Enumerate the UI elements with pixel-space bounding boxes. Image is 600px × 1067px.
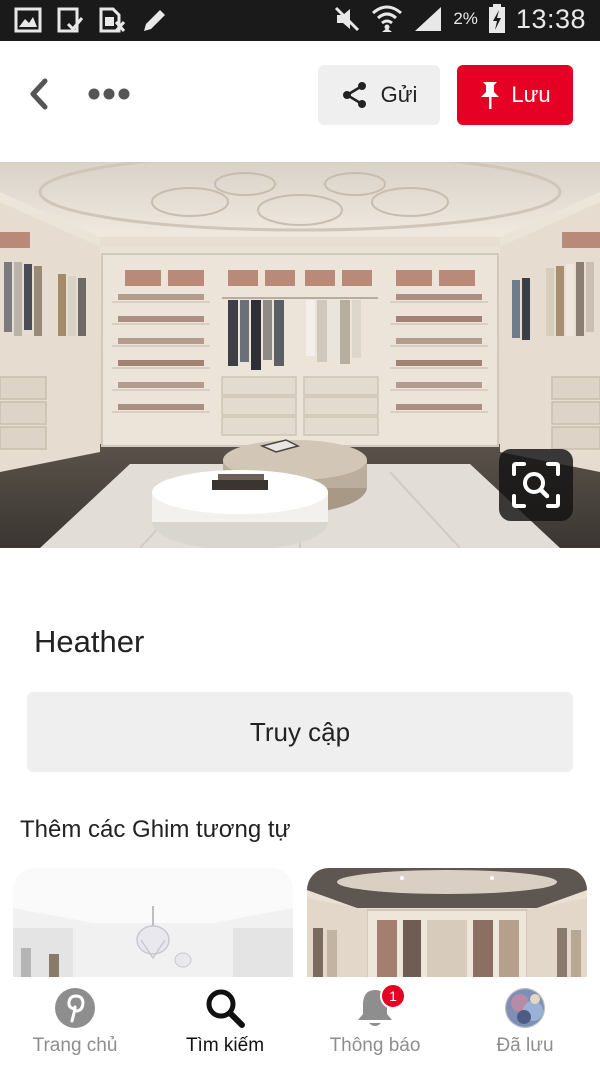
sim-error-icon: [99, 7, 126, 33]
pin-title: Heather: [34, 624, 145, 659]
related-pin-thumbnail[interactable]: [13, 868, 293, 988]
clock: 13:38: [515, 3, 586, 34]
visual-search-button[interactable]: [499, 449, 573, 521]
nav-label-search: Tìm kiếm: [185, 1035, 265, 1056]
search-icon: [204, 987, 246, 1029]
send-label: Gửi: [380, 82, 418, 107]
pin-image[interactable]: [0, 162, 600, 548]
related-pin-image: [307, 868, 587, 988]
wifi-icon: [372, 5, 403, 32]
avatar: [505, 988, 545, 1028]
nav-item-search[interactable]: Tìm kiếm: [150, 977, 300, 1067]
ellipsis-icon: [88, 88, 130, 100]
signal-icon: [415, 7, 442, 31]
share-icon: [342, 82, 366, 108]
nav-item-notifications[interactable]: 1 Thông báo: [300, 977, 450, 1067]
nav-label-saved: Đã lưu: [496, 1035, 554, 1056]
save-button[interactable]: Lưu: [457, 65, 573, 125]
related-pin-image: [13, 868, 293, 988]
task-done-icon: [57, 7, 84, 33]
related-pin-thumbnail[interactable]: [307, 868, 587, 988]
notification-badge: 1: [380, 983, 406, 1009]
lens-search-icon: [512, 462, 560, 508]
more-options-button[interactable]: [82, 77, 136, 111]
nav-label-home: Trang chủ: [32, 1035, 118, 1056]
status-bar: 2% 13:38: [0, 0, 600, 41]
gallery-icon: [14, 7, 42, 33]
nav-label-notifications: Thông báo: [329, 1035, 421, 1056]
visit-button[interactable]: Truy cập: [27, 692, 573, 772]
pinterest-logo-icon: [54, 987, 96, 1029]
pin-header: Gửi Lưu: [0, 41, 600, 151]
mute-icon: [335, 6, 360, 32]
system-status: 2% 13:38: [333, 3, 586, 35]
pencil-icon: [144, 10, 165, 31]
notification-icons: [14, 7, 168, 33]
battery-percent: 2%: [453, 9, 478, 28]
nav-item-home[interactable]: Trang chủ: [0, 977, 150, 1067]
save-label: Lưu: [511, 82, 551, 107]
pushpin-icon: [481, 82, 500, 109]
chevron-left-icon: [30, 78, 48, 110]
battery-charging-icon: [488, 4, 505, 33]
avatar-wrapper: [505, 987, 545, 1029]
more-like-this-heading: Thêm các Ghim tương tự: [20, 816, 291, 843]
back-button[interactable]: [18, 71, 58, 117]
nav-item-saved[interactable]: Đã lưu: [450, 977, 600, 1067]
send-button[interactable]: Gửi: [318, 65, 440, 125]
bottom-navigation: Trang chủ Tìm kiếm 1 Thông báo Đã lưu: [0, 977, 600, 1067]
